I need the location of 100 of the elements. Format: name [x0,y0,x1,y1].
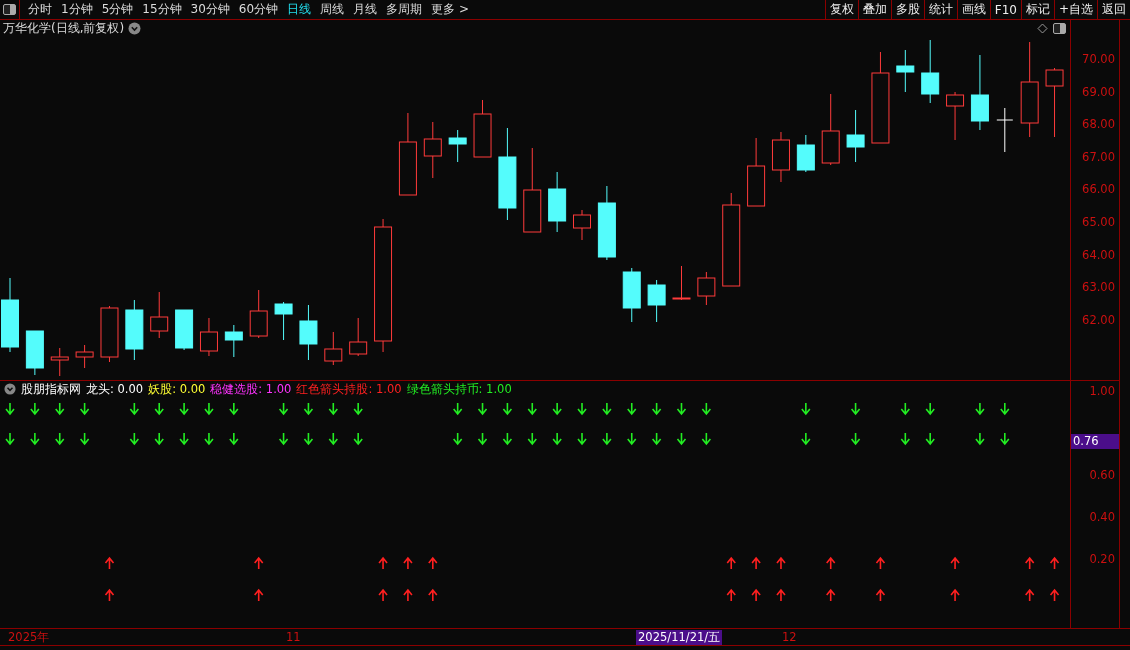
dropdown-icon[interactable] [4,383,16,395]
stock-title: 万华化学(日线,前复权) [3,20,125,37]
up-arrow-icon [1024,556,1035,570]
down-arrow-icon [975,432,985,446]
up-arrow-icon [950,556,960,570]
down-arrow-icon [552,402,562,416]
down-arrow-icon [353,402,363,416]
period-tab[interactable]: 5分钟 [101,1,134,18]
layout-icon[interactable] [0,0,20,19]
up-arrow-icon [776,556,786,570]
candle [199,317,218,357]
up-arrow-icon [428,588,438,602]
down-arrow-icon [79,432,90,446]
down-arrow-icon [701,432,712,446]
candle [249,289,268,339]
down-arrow-icon [179,402,189,416]
period-tab[interactable]: 日线 [287,1,312,18]
down-arrow-icon [328,432,339,446]
down-arrow-icon [303,432,314,446]
price-tick-label: 62.00 [1082,312,1115,327]
legend-item: 稳健选股: 1.00 [210,381,292,397]
candle [25,330,44,376]
dropdown-icon[interactable] [128,22,142,35]
down-arrow-icon [154,402,164,416]
layout-icon[interactable] [1052,21,1066,36]
down-arrow-icon [527,432,538,446]
down-arrow-icon [54,432,65,446]
period-tab[interactable]: 30分钟 [190,1,230,18]
down-arrow-icon [5,402,15,416]
down-arrow-icon [602,402,612,416]
date-label: 2025年 [8,630,50,645]
legend-item: 红色箭头持股: 1.00 [296,381,402,397]
candle [771,131,790,183]
period-tab[interactable]: 1分钟 [61,1,93,18]
down-arrow-icon [602,432,612,446]
up-arrow-icon [776,588,786,602]
date-label: 11 [286,630,301,644]
candle [175,309,194,351]
up-arrow-icon [1024,588,1035,602]
period-tab[interactable]: 15分钟 [142,1,182,18]
candle [125,299,144,361]
candle [573,209,591,241]
candle [274,301,293,341]
price-tick-label: 66.00 [1082,182,1115,197]
diamond-icon[interactable] [1037,23,1048,34]
candle [996,107,1014,153]
down-arrow-icon [651,402,662,416]
candle [622,267,641,323]
down-arrow-icon [577,432,587,446]
up-arrow-icon [403,588,413,602]
cursor-value-label: 0.76 [1071,434,1119,450]
period-tab[interactable]: 月线 [353,1,378,18]
down-arrow-icon [477,432,488,446]
candle [647,279,666,323]
down-arrow-icon [204,432,214,446]
up-arrow-icon [1049,556,1060,570]
candle [324,331,343,366]
down-arrow-icon [129,432,140,446]
period-tab[interactable]: 更多 > [431,1,469,18]
down-arrow-icon [701,402,712,416]
down-arrow-icon [900,432,911,446]
up-arrow-icon [1049,588,1060,602]
down-arrow-icon [30,402,40,416]
down-arrow-icon [651,432,662,446]
up-arrow-icon [726,556,737,570]
up-arrow-icon [751,588,761,602]
up-arrow-icon [104,556,115,570]
down-arrow-icon [328,402,339,416]
down-arrow-icon [502,402,513,416]
candle [423,121,442,179]
period-tab[interactable]: 60分钟 [238,1,279,18]
down-arrow-icon [801,432,811,446]
down-arrow-icon [925,402,935,416]
down-arrow-icon [129,402,140,416]
period-tab[interactable]: 分时 [28,1,52,18]
value-tick-label: 0.60 [1089,468,1115,482]
period-tab[interactable]: 周线 [320,1,345,18]
up-arrow-icon [253,556,264,570]
down-arrow-icon [30,432,40,446]
period-tab[interactable]: 多周期 [386,1,423,18]
down-arrow-icon [527,402,538,416]
candle [747,137,766,207]
up-arrow-icon [104,588,115,602]
price-tick-label: 68.00 [1082,117,1115,132]
down-arrow-icon [552,432,562,446]
up-arrow-icon [403,556,413,570]
down-arrow-icon [850,432,861,446]
candle [224,324,243,358]
down-arrow-icon [179,432,189,446]
up-arrow-icon [875,588,886,602]
candle [349,317,368,357]
down-arrow-icon [502,432,513,446]
down-arrow-icon [278,402,289,416]
price-tick-label: 67.00 [1082,149,1115,164]
down-arrow-icon [850,402,861,416]
up-arrow-icon [726,588,737,602]
candle [672,265,691,301]
down-arrow-icon [900,402,911,416]
candle [548,171,567,233]
down-arrow-icon [577,402,587,416]
